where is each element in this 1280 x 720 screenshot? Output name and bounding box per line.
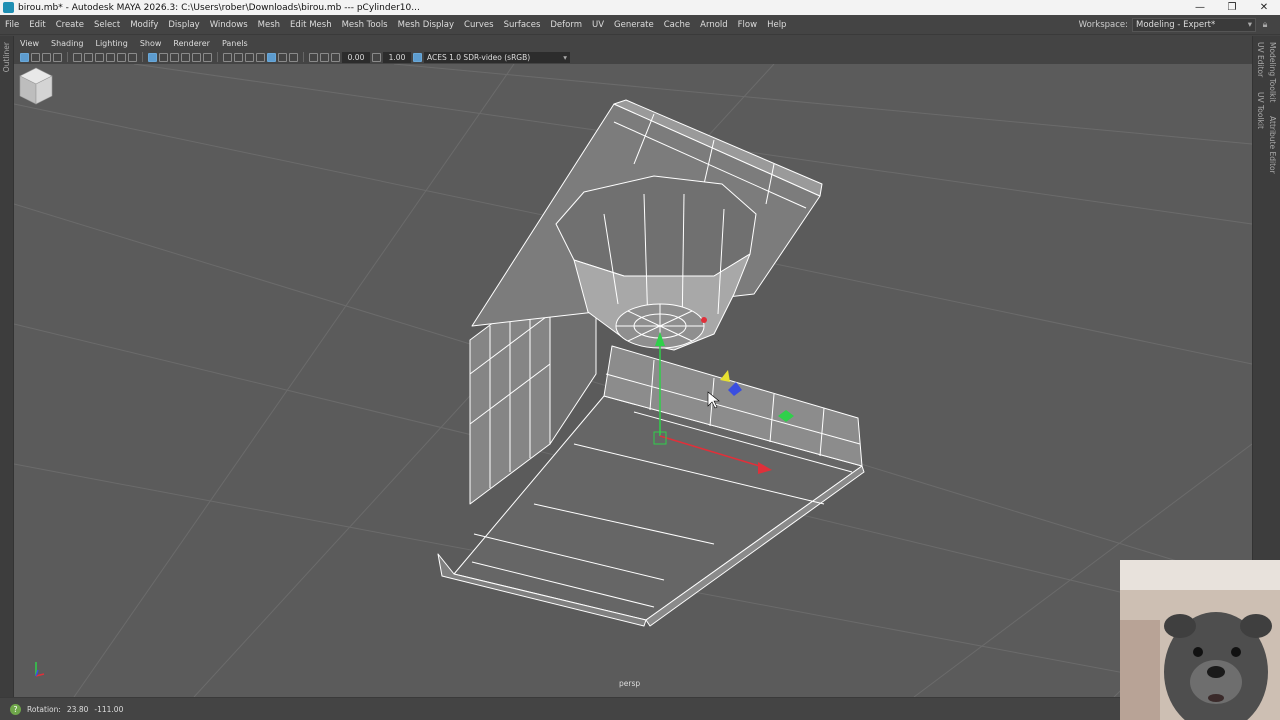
workspace-label: Workspace: bbox=[1078, 20, 1128, 30]
tab-uv-toolkit[interactable]: UV Toolkit bbox=[1256, 92, 1265, 129]
grid-icon[interactable] bbox=[148, 52, 157, 62]
exposure-icon[interactable] bbox=[331, 52, 340, 62]
status-label: Rotation: bbox=[27, 704, 61, 714]
bookmark-icon[interactable] bbox=[42, 52, 51, 62]
webcam-overlay-image bbox=[1120, 560, 1280, 720]
gamma-field[interactable]: 1.00 bbox=[383, 51, 411, 63]
film-gate-icon[interactable] bbox=[73, 52, 82, 62]
safe-action-icon[interactable] bbox=[117, 52, 126, 62]
workspace-dropdown[interactable]: Modeling - Expert* bbox=[1132, 18, 1256, 32]
toolbar-separator bbox=[142, 52, 143, 62]
maya-app-icon bbox=[3, 2, 14, 13]
menu-file[interactable]: File bbox=[0, 20, 24, 30]
toolbar-separator bbox=[217, 52, 218, 62]
menu-surfaces[interactable]: Surfaces bbox=[499, 20, 546, 30]
panel-menu-view[interactable]: View bbox=[14, 39, 45, 48]
menu-mesh[interactable]: Mesh bbox=[253, 20, 285, 30]
title-bar: birou.mb* - Autodesk MAYA 2026.3: C:\Use… bbox=[0, 0, 1280, 15]
menu-edit[interactable]: Edit bbox=[24, 20, 50, 30]
select-camera-icon[interactable] bbox=[20, 52, 29, 62]
image-plane-icon[interactable] bbox=[53, 52, 62, 62]
ambient-occlusion-icon[interactable] bbox=[234, 52, 243, 62]
isolate-select-icon[interactable] bbox=[267, 52, 276, 62]
menu-curves[interactable]: Curves bbox=[459, 20, 499, 30]
viewcube-icon[interactable] bbox=[14, 64, 58, 108]
menu-flow[interactable]: Flow bbox=[733, 20, 762, 30]
scene-canvas[interactable] bbox=[14, 64, 1252, 697]
right-panel-strip: UV Editor Modeling Toolkit UV Toolkit At… bbox=[1252, 36, 1280, 560]
main-menu-bar: File Edit Create Select Modify Display W… bbox=[0, 15, 1280, 35]
menu-cache[interactable]: Cache bbox=[659, 20, 695, 30]
panel-menu-bar: View Shading Lighting Show Renderer Pane… bbox=[14, 36, 1252, 50]
panel-menu-renderer[interactable]: Renderer bbox=[167, 39, 216, 48]
gate-mask-icon[interactable] bbox=[95, 52, 104, 62]
help-line: ? Rotation: 23.80 -111.00 bbox=[0, 697, 1280, 720]
view-transform-icon[interactable] bbox=[320, 52, 329, 62]
maximize-button[interactable]: ❐ bbox=[1216, 0, 1248, 15]
xray-icon[interactable] bbox=[278, 52, 287, 62]
wireframe-on-shaded-icon[interactable] bbox=[181, 52, 190, 62]
close-button[interactable]: ✕ bbox=[1248, 0, 1280, 15]
colorspace-dropdown[interactable]: ACES 1.0 SDR-video (sRGB) bbox=[424, 51, 570, 63]
manipulator-x-marker bbox=[701, 317, 707, 323]
window-controls: — ❐ ✕ bbox=[1184, 0, 1280, 15]
field-chart-icon[interactable] bbox=[106, 52, 115, 62]
lock-icon[interactable]: 🔒︎ bbox=[1260, 19, 1270, 31]
panel-menu-show[interactable]: Show bbox=[134, 39, 168, 48]
rotation-x-value: 23.80 bbox=[66, 704, 89, 714]
outliner-tab[interactable]: Outliner bbox=[2, 42, 11, 72]
viewport-persp[interactable]: persp bbox=[14, 64, 1252, 697]
resolution-gate-icon[interactable] bbox=[84, 52, 93, 62]
tab-modeling-toolkit[interactable]: Modeling Toolkit bbox=[1268, 42, 1277, 102]
anti-aliasing-icon[interactable] bbox=[256, 52, 265, 62]
menu-create[interactable]: Create bbox=[51, 20, 89, 30]
minimize-button[interactable]: — bbox=[1184, 0, 1216, 15]
wireframe-icon[interactable] bbox=[159, 52, 168, 62]
motion-blur-icon[interactable] bbox=[245, 52, 254, 62]
menu-mesh-display[interactable]: Mesh Display bbox=[393, 20, 459, 30]
toolbar-separator bbox=[67, 52, 68, 62]
menu-windows[interactable]: Windows bbox=[205, 20, 253, 30]
menu-modify[interactable]: Modify bbox=[125, 20, 163, 30]
axis-indicator bbox=[35, 662, 45, 677]
xray-joints-icon[interactable] bbox=[289, 52, 298, 62]
panel-menu-shading[interactable]: Shading bbox=[45, 39, 90, 48]
tab-attribute-editor[interactable]: Attribute Editor bbox=[1268, 116, 1277, 174]
rotation-y-value: -111.00 bbox=[94, 704, 124, 714]
desk-mesh[interactable] bbox=[437, 99, 865, 627]
menu-mesh-tools[interactable]: Mesh Tools bbox=[337, 20, 393, 30]
smooth-shade-icon[interactable] bbox=[170, 52, 179, 62]
menu-generate[interactable]: Generate bbox=[609, 20, 659, 30]
panel-menu-lighting[interactable]: Lighting bbox=[89, 39, 133, 48]
camera-label: persp bbox=[619, 679, 641, 688]
window-title: birou.mb* - Autodesk MAYA 2026.3: C:\Use… bbox=[18, 2, 420, 13]
menu-deform[interactable]: Deform bbox=[545, 20, 587, 30]
workspace-selector: Workspace: Modeling - Expert* 🔒︎ bbox=[1079, 17, 1270, 33]
camera-attributes-icon[interactable] bbox=[31, 52, 40, 62]
safe-title-icon[interactable] bbox=[128, 52, 137, 62]
panel-menu-panels[interactable]: Panels bbox=[216, 39, 254, 48]
left-panel-strip: Outliner bbox=[0, 36, 14, 697]
toolbar-separator bbox=[303, 52, 304, 62]
help-icon[interactable]: ? bbox=[10, 703, 21, 715]
menu-uv[interactable]: UV bbox=[587, 20, 609, 30]
textured-icon[interactable] bbox=[192, 52, 201, 62]
menu-display[interactable]: Display bbox=[163, 20, 204, 30]
backface-culling-icon[interactable] bbox=[309, 52, 318, 62]
menu-edit-mesh[interactable]: Edit Mesh bbox=[285, 20, 337, 30]
manipulator-pivot-yellow bbox=[720, 370, 730, 382]
menu-help[interactable]: Help bbox=[762, 20, 791, 30]
gamma-icon[interactable] bbox=[372, 52, 381, 62]
exposure-field[interactable]: 0.00 bbox=[342, 51, 370, 63]
menu-arnold[interactable]: Arnold bbox=[695, 20, 733, 30]
tab-uv-editor[interactable]: UV Editor bbox=[1256, 42, 1265, 77]
menu-select[interactable]: Select bbox=[89, 20, 125, 30]
color-management-icon[interactable] bbox=[413, 52, 422, 62]
shadows-icon[interactable] bbox=[223, 52, 232, 62]
use-all-lights-icon[interactable] bbox=[203, 52, 212, 62]
panel-toolbar: 0.00 1.00 ACES 1.0 SDR-video (sRGB) bbox=[14, 50, 1252, 64]
